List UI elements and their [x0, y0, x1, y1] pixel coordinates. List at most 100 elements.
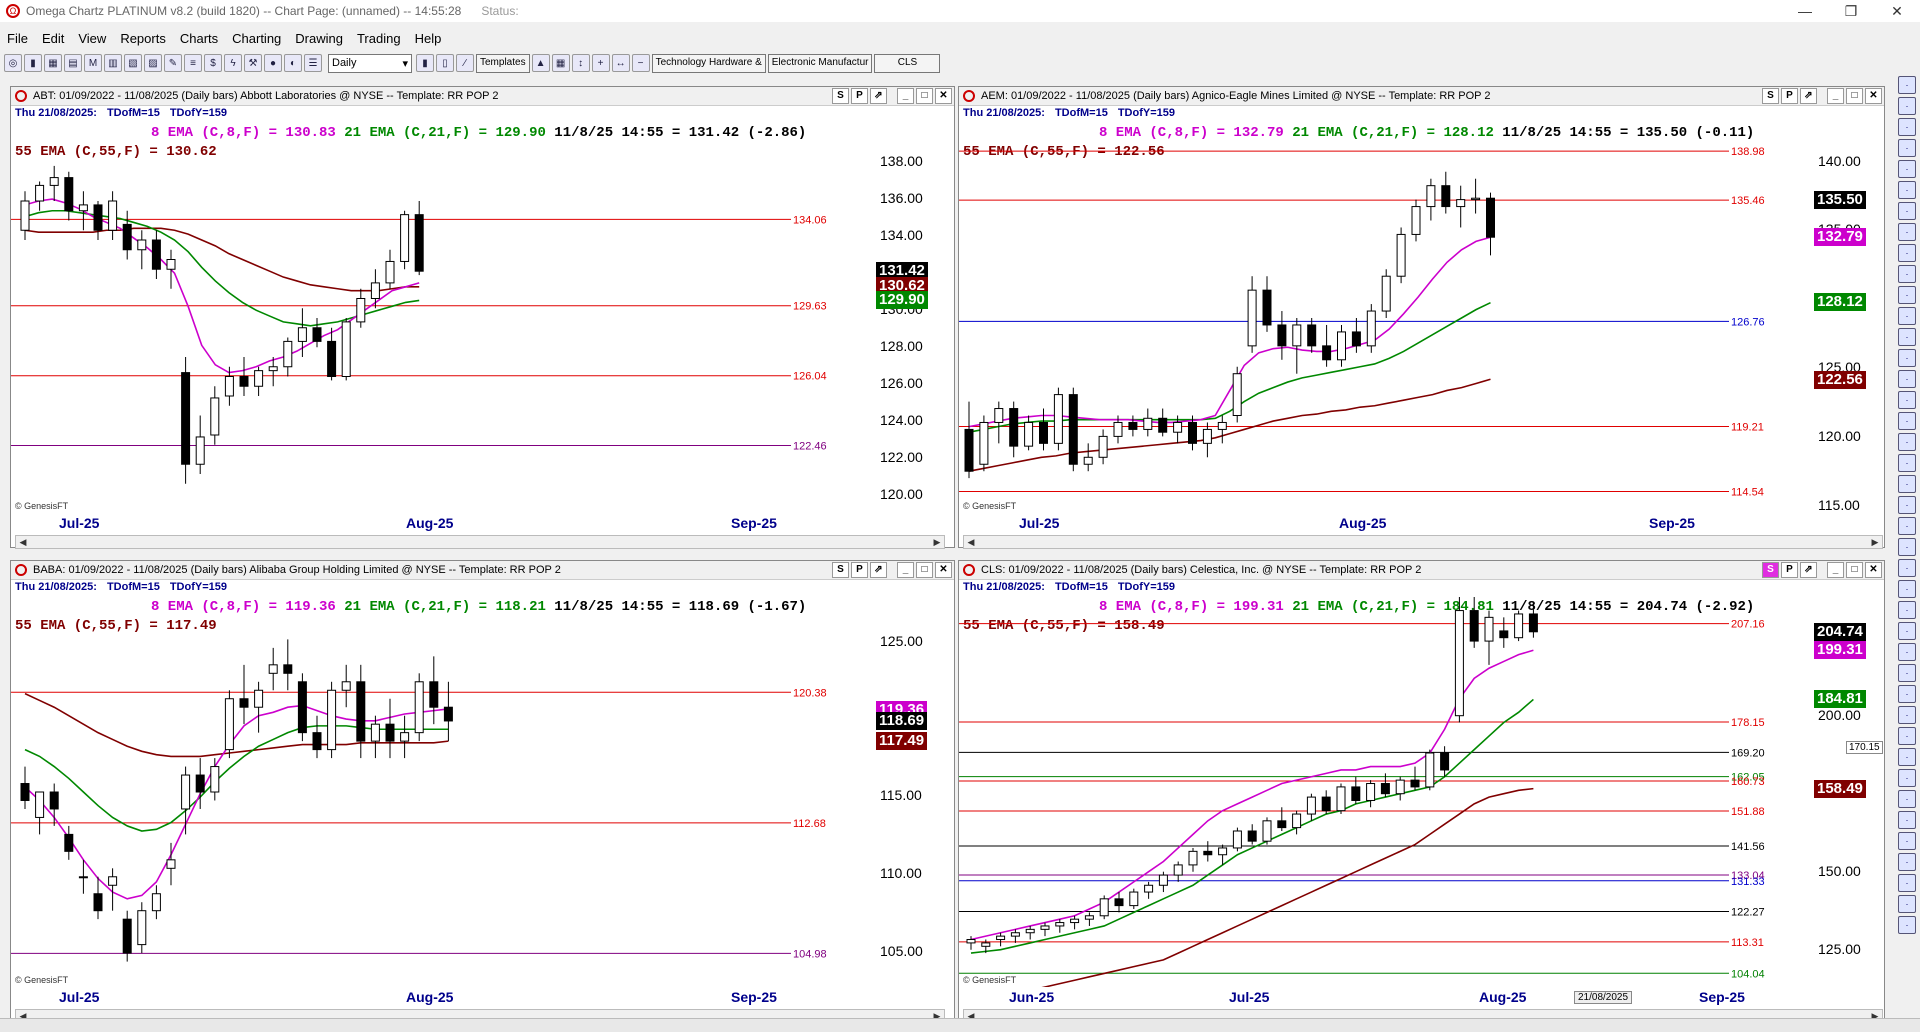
lock-icon[interactable]: · [1898, 622, 1916, 640]
marker-icon[interactable]: · [1898, 832, 1916, 850]
car-icon[interactable]: ◐ [284, 54, 302, 72]
scale-button[interactable]: S [832, 88, 849, 104]
close-panel-button[interactable]: ✕ [935, 562, 952, 578]
close-panel-button[interactable]: ✕ [1865, 562, 1882, 578]
traffic-light-icon[interactable]: ▮ [24, 54, 42, 72]
lightning-icon[interactable]: ϟ [224, 54, 242, 72]
chart-panel-cls[interactable]: CLS: 01/09/2022 - 11/08/2025 (Daily bars… [958, 560, 1885, 1023]
note-icon[interactable]: · [1898, 874, 1916, 892]
minimize-panel-button[interactable]: _ [897, 562, 914, 578]
wave-icon[interactable]: · [1898, 559, 1916, 577]
scroll-right-icon[interactable]: ▶ [1868, 536, 1882, 548]
chart-panel-aem[interactable]: AEM: 01/09/2022 - 11/08/2025 (Daily bars… [958, 86, 1885, 549]
menu-file[interactable]: File [0, 31, 35, 46]
minimize-button[interactable]: — [1782, 0, 1828, 22]
zoom-in-icon[interactable]: · [1898, 97, 1916, 115]
ladder-icon[interactable]: ≡ [184, 54, 202, 72]
disk-icon[interactable]: ● [264, 54, 282, 72]
zoom-out-icon[interactable]: · [1898, 118, 1916, 136]
dollar-icon[interactable]: $ [204, 54, 222, 72]
scale-button[interactable]: S [1762, 88, 1779, 104]
print-button[interactable]: P [1781, 562, 1798, 578]
interval-select[interactable]: Daily ▾ [328, 53, 412, 73]
ruler-icon[interactable]: · [1898, 643, 1916, 661]
symbol-tab[interactable]: CLS [874, 53, 941, 73]
hline-icon[interactable]: · [1898, 202, 1916, 220]
price-chart[interactable]: 120.38 112.68 104.98 [11, 597, 871, 987]
menu-edit[interactable]: Edit [35, 31, 71, 46]
rect-icon[interactable]: · [1898, 412, 1916, 430]
list-icon[interactable]: ☰ [304, 54, 322, 72]
chart-icon[interactable]: ▦ [44, 54, 62, 72]
horizontal-scrollbar[interactable]: ◀ ▶ [15, 535, 945, 549]
up-icon[interactable]: · [1898, 748, 1916, 766]
minimize-panel-button[interactable]: _ [1827, 562, 1844, 578]
layout-icon[interactable]: ▦ [551, 54, 570, 72]
bars-icon[interactable]: ▮ [416, 54, 434, 72]
maximize-panel-button[interactable]: □ [1846, 88, 1863, 104]
shapes-icon[interactable]: ▲ [531, 54, 550, 72]
line-icon[interactable]: ∕ [456, 54, 474, 72]
maximize-panel-button[interactable]: □ [1846, 562, 1863, 578]
price-chart[interactable]: 138.98 135.46 126.76 119.21 114.54 [959, 123, 1809, 513]
popout-button[interactable]: ⇗ [1800, 562, 1817, 578]
watchlist-tab-1[interactable]: Technology Hardware & [651, 53, 766, 73]
table-icon[interactable]: ▧ [124, 54, 142, 72]
menu-charting[interactable]: Charting [225, 31, 288, 46]
menu-charts[interactable]: Charts [173, 31, 225, 46]
crosshair-icon[interactable]: + [591, 54, 610, 72]
menu-view[interactable]: View [71, 31, 113, 46]
maximize-panel-button[interactable]: □ [916, 88, 933, 104]
menu-help[interactable]: Help [408, 31, 449, 46]
load-icon[interactable]: · [1898, 811, 1916, 829]
grid-icon[interactable]: · [1898, 601, 1916, 619]
magnet-icon[interactable]: · [1898, 664, 1916, 682]
arrow-down-icon[interactable]: · [1898, 370, 1916, 388]
horizontal-scrollbar[interactable]: ◀ ▶ [963, 535, 1883, 549]
chart-panel-abt[interactable]: ABT: 01/09/2022 - 11/08/2025 (Daily bars… [10, 86, 955, 549]
cycle-icon[interactable]: · [1898, 496, 1916, 514]
globe-icon[interactable]: ◎ [4, 54, 22, 72]
trend-icon[interactable]: · [1898, 244, 1916, 262]
price-chart[interactable]: 134.06 129.63 126.04 122.46 [11, 123, 871, 513]
print-button[interactable]: P [851, 88, 868, 104]
ellipse-icon[interactable]: · [1898, 433, 1916, 451]
candles-icon[interactable]: ▯ [436, 54, 454, 72]
arrow-up-icon[interactable]: · [1898, 349, 1916, 367]
pitchfork-icon[interactable]: · [1898, 454, 1916, 472]
print-button[interactable]: P [851, 562, 868, 578]
minus-icon[interactable]: − [631, 54, 650, 72]
arrow-ne-icon[interactable]: · [1898, 895, 1916, 913]
arrow-icon[interactable]: · [1898, 328, 1916, 346]
erase-icon[interactable]: · [1898, 580, 1916, 598]
popout-button[interactable]: ⇗ [1800, 88, 1817, 104]
popout-button[interactable]: ⇗ [870, 88, 887, 104]
chart-panel-baba[interactable]: BABA: 01/09/2022 - 11/08/2025 (Daily bar… [10, 560, 955, 1023]
menu-trading[interactable]: Trading [350, 31, 408, 46]
scroll-right-icon[interactable]: ▶ [930, 536, 944, 548]
bar-icon[interactable]: ▨ [144, 54, 162, 72]
scroll-left-icon[interactable]: ◀ [16, 536, 30, 548]
minimize-panel-button[interactable]: _ [897, 88, 914, 104]
close-panel-button[interactable]: ✕ [935, 88, 952, 104]
templates-button[interactable]: Templates [476, 53, 530, 73]
cursor-icon[interactable]: · [1898, 76, 1916, 94]
menu-reports[interactable]: Reports [113, 31, 173, 46]
save-icon[interactable]: · [1898, 790, 1916, 808]
restore-button[interactable]: ❐ [1828, 0, 1874, 22]
m-icon[interactable]: M [84, 54, 102, 72]
print-button[interactable]: P [1781, 88, 1798, 104]
pan-icon[interactable]: · [1898, 139, 1916, 157]
cross-icon[interactable]: · [1898, 538, 1916, 556]
minimize-panel-button[interactable]: _ [1827, 88, 1844, 104]
hide-icon[interactable]: · [1898, 685, 1916, 703]
watchlist-tab-2[interactable]: Electronic Manufactur [767, 53, 873, 73]
flag-icon[interactable]: · [1898, 853, 1916, 871]
move-icon[interactable]: ↔ [611, 54, 630, 72]
report-icon[interactable]: ▥ [104, 54, 122, 72]
gann-icon[interactable]: · [1898, 475, 1916, 493]
arrow-se-icon[interactable]: · [1898, 916, 1916, 934]
channel-icon[interactable]: · [1898, 265, 1916, 283]
scale-button[interactable]: S [1762, 562, 1779, 578]
close-button[interactable]: ✕ [1874, 0, 1920, 22]
